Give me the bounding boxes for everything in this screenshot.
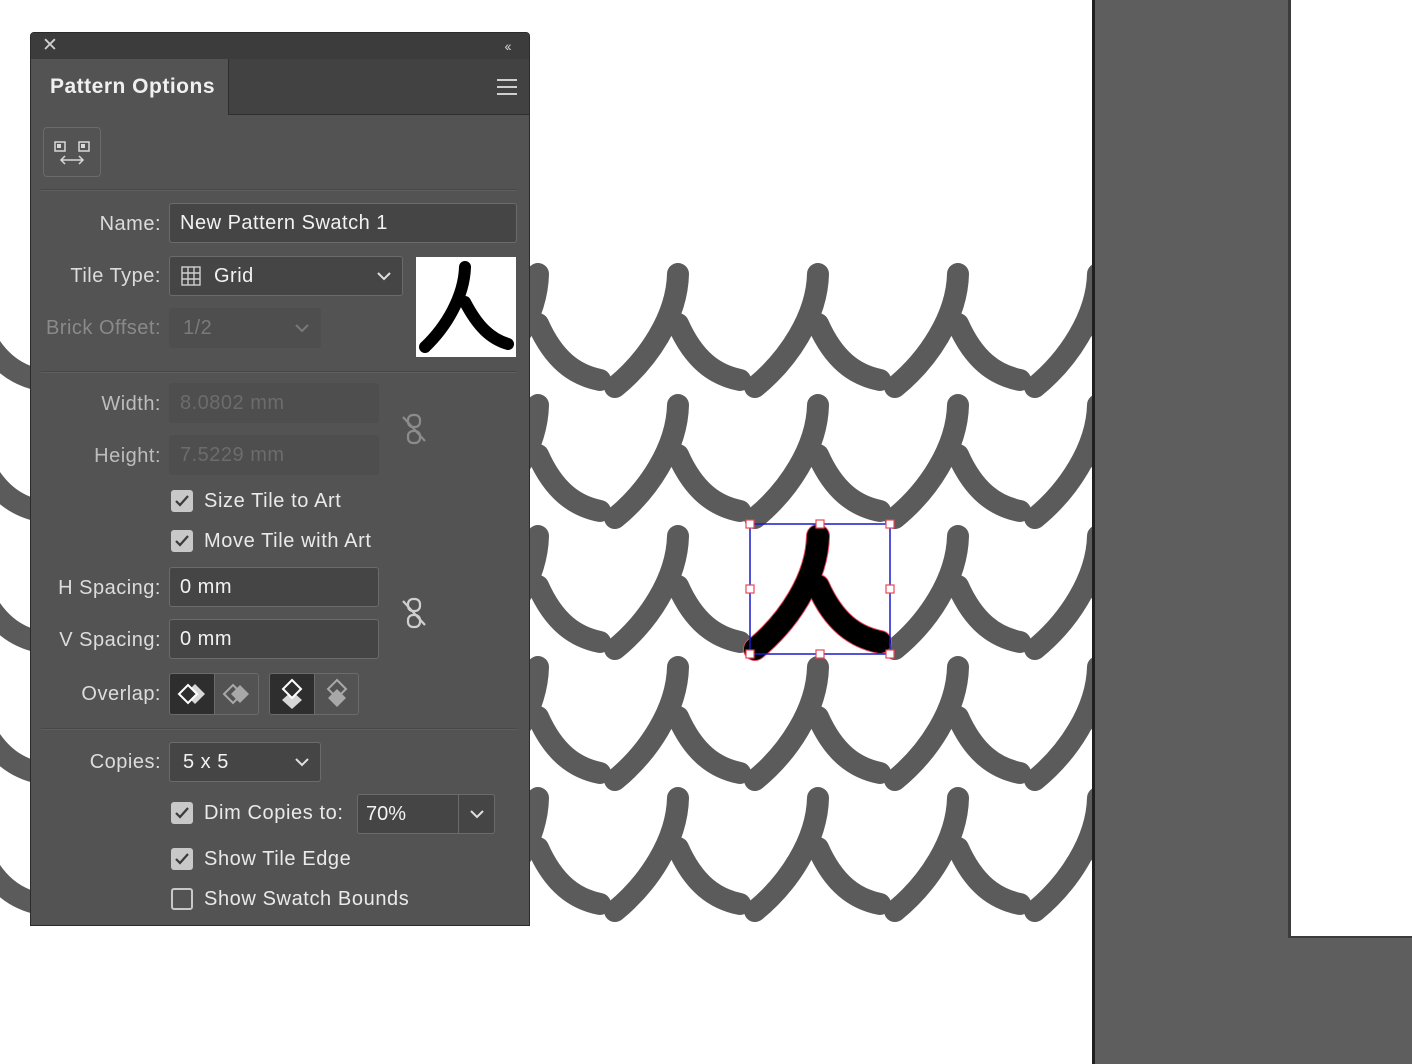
height-label: Height: xyxy=(94,445,161,467)
v-spacing-field[interactable]: 0 mm xyxy=(169,619,379,659)
pattern-copy-glyph xyxy=(884,263,1031,398)
swatch-preview-glyph xyxy=(419,261,514,353)
pattern-copy-glyph xyxy=(744,656,891,791)
pattern-copy-glyph xyxy=(1024,788,1092,922)
show-tile-edge-checkbox[interactable] xyxy=(171,848,193,870)
source-glyph[interactable] xyxy=(744,525,891,660)
dim-copies-checkbox[interactable] xyxy=(171,802,193,824)
section-divider xyxy=(41,371,517,373)
brick-offset-dropdown: 1/2 xyxy=(169,308,321,348)
dim-copies-label: Dim Copies to: xyxy=(204,802,344,824)
selection-handle[interactable] xyxy=(745,649,755,659)
h-spacing-label: H Spacing: xyxy=(58,577,161,599)
chevron-down-icon xyxy=(377,272,391,281)
selection-handle[interactable] xyxy=(745,584,755,594)
copies-dropdown[interactable]: 5 x 5 xyxy=(169,742,321,782)
width-field: 8.0802 mm xyxy=(169,383,379,423)
right-in-front-icon xyxy=(222,683,249,705)
pattern-copy-glyph xyxy=(604,525,751,660)
tab-pattern-options[interactable]: Pattern Options xyxy=(31,59,229,115)
chevron-down-icon xyxy=(295,324,309,333)
selection-handle[interactable] xyxy=(885,519,895,529)
chevron-down-icon xyxy=(470,810,484,819)
top-in-front-button[interactable] xyxy=(270,674,314,714)
pattern-copy-glyph xyxy=(744,787,891,922)
size-tile-label: Size Tile to Art xyxy=(204,490,342,512)
left-in-front-button[interactable] xyxy=(170,674,214,714)
move-tile-label: Move Tile with Art xyxy=(204,530,372,552)
right-in-front-button[interactable] xyxy=(214,674,258,714)
copies-value: 5 x 5 xyxy=(183,751,229,773)
height-field: 7.5229 mm xyxy=(169,435,379,475)
collapse-panel-icon[interactable]: ‹‹ xyxy=(497,37,517,55)
dim-copies-dropdown-button[interactable] xyxy=(458,795,494,833)
width-label: Width: xyxy=(101,393,161,415)
tile-type-label: Tile Type: xyxy=(70,265,161,287)
overlap-label: Overlap: xyxy=(81,683,161,705)
pattern-copy-glyph xyxy=(604,787,751,922)
section-divider xyxy=(41,189,517,191)
chevron-down-icon xyxy=(295,758,309,767)
link-broken-icon[interactable] xyxy=(397,595,431,631)
pattern-copy-glyph xyxy=(744,394,891,529)
pattern-copy-glyph xyxy=(1024,657,1092,791)
pattern-copy-glyph xyxy=(604,656,751,791)
close-icon[interactable]: ✕ xyxy=(41,36,59,55)
pattern-copy-glyph xyxy=(884,656,1031,791)
checkmark-icon xyxy=(175,853,189,865)
dim-copies-combo[interactable]: 70% xyxy=(357,794,495,834)
selection-handle[interactable] xyxy=(745,519,755,529)
panel-menu-icon[interactable] xyxy=(497,79,517,95)
name-label: Name: xyxy=(99,213,161,235)
brick-offset-label: Brick Offset: xyxy=(45,317,161,339)
swatch-preview xyxy=(416,257,516,357)
selection-handle[interactable] xyxy=(815,649,825,659)
pattern-copy-glyph xyxy=(744,263,891,398)
pattern-copy-glyph xyxy=(1024,526,1092,660)
v-spacing-label: V Spacing: xyxy=(59,629,161,651)
pattern-copy-glyph xyxy=(604,394,751,529)
bottom-in-front-icon xyxy=(326,678,347,707)
pattern-copy-glyph xyxy=(1024,395,1092,529)
pattern-options-panel: ✕ ‹‹ Pattern Options Name: New Pattern S… xyxy=(30,32,530,926)
show-swatch-bounds-checkbox[interactable] xyxy=(171,888,193,910)
vertical-overlap-group xyxy=(269,673,359,715)
name-field[interactable]: New Pattern Swatch 1 xyxy=(169,203,517,243)
pattern-copy-glyph xyxy=(884,394,1031,529)
left-in-front-icon xyxy=(177,683,205,705)
h-spacing-field[interactable]: 0 mm xyxy=(169,567,379,607)
panel-tab-bar: Pattern Options xyxy=(31,59,529,115)
pattern-copy-glyph xyxy=(604,263,751,398)
checkmark-icon xyxy=(175,495,189,507)
pattern-copy-glyph xyxy=(1024,264,1092,398)
checkmark-icon xyxy=(175,535,189,547)
tile-type-dropdown[interactable]: Grid xyxy=(169,256,403,296)
dim-copies-value[interactable]: 70% xyxy=(366,795,406,833)
bottom-in-front-button[interactable] xyxy=(314,674,358,714)
selection-handle[interactable] xyxy=(885,649,895,659)
size-tile-checkbox[interactable] xyxy=(171,490,193,512)
brick-offset-value: 1/2 xyxy=(183,317,213,339)
show-tile-edge-label: Show Tile Edge xyxy=(204,848,352,870)
show-swatch-bounds-label: Show Swatch Bounds xyxy=(204,888,410,910)
pattern-copy-glyph xyxy=(884,525,1031,660)
horizontal-overlap-group xyxy=(169,673,259,715)
copies-label: Copies: xyxy=(89,751,161,773)
top-in-front-icon xyxy=(281,678,303,709)
move-tile-checkbox[interactable] xyxy=(171,530,193,552)
grid-tile-icon xyxy=(181,266,201,286)
pattern-copy-glyph xyxy=(884,787,1031,922)
section-divider xyxy=(41,728,517,730)
artboard-edge xyxy=(1288,0,1412,938)
checkmark-icon xyxy=(175,807,189,819)
pattern-tile-tool-button[interactable] xyxy=(43,127,101,177)
panel-title-bar[interactable]: ✕ ‹‹ xyxy=(31,33,529,59)
pattern-tile-tool-icon xyxy=(54,141,90,165)
tile-type-value: Grid xyxy=(214,265,254,287)
selection-handle[interactable] xyxy=(815,519,825,529)
link-broken-icon[interactable] xyxy=(397,411,431,447)
selection-handle[interactable] xyxy=(885,584,895,594)
